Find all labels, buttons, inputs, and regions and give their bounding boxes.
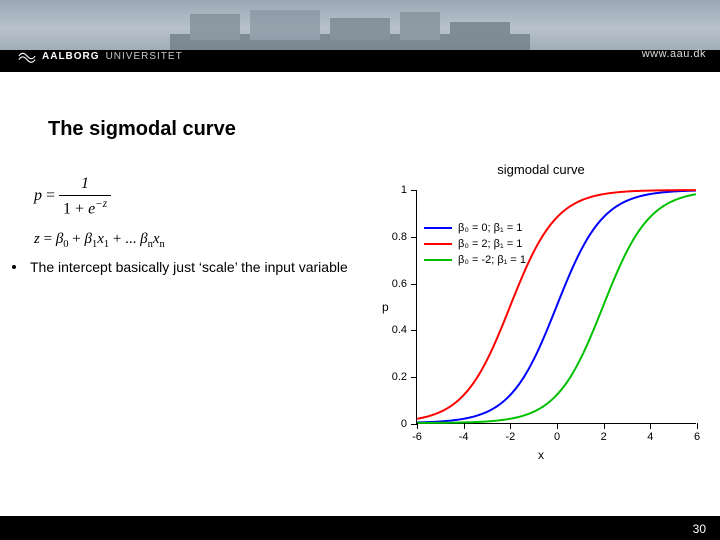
chart-legend-label: β₀ = 2; β₁ = 1 xyxy=(458,238,522,250)
chart-xtick-label: -6 xyxy=(412,431,422,443)
chart-xtick-label: 6 xyxy=(694,431,700,443)
footer: 30 xyxy=(0,516,720,540)
chart-xtick xyxy=(464,423,465,429)
chart-legend-row: β₀ = 2; β₁ = 1 xyxy=(424,236,526,252)
chart-xtick-label: 4 xyxy=(647,431,653,443)
formula-p: p = 1 1 + e−z xyxy=(34,172,165,221)
chart-ytick-label: 0 xyxy=(401,418,407,430)
chart-ytick-label: 0.6 xyxy=(392,278,407,290)
formula-z: z = β0 + β1x1 + ... βnxn xyxy=(34,229,165,252)
chart-xtick-label: -2 xyxy=(505,431,515,443)
slide-title: The sigmodal curve xyxy=(48,118,236,141)
chart-ytick xyxy=(411,284,417,285)
chart-xlabel: x xyxy=(372,448,710,462)
chart-xtick xyxy=(604,423,605,429)
chart-legend-swatch xyxy=(424,259,452,261)
fraction-denominator: 1 + e−z xyxy=(59,195,111,221)
chart-xtick-label: 0 xyxy=(554,431,560,443)
chart-ytick xyxy=(411,377,417,378)
chart-ytick-label: 0.8 xyxy=(392,231,407,243)
chart-ytick-label: 1 xyxy=(401,184,407,196)
chart-xtick xyxy=(557,423,558,429)
formula-p-lhs: p xyxy=(34,187,42,204)
logo-text-bold: AALBORG xyxy=(42,51,100,62)
chart-legend-swatch xyxy=(424,227,452,229)
chart-xtick xyxy=(697,423,698,429)
chart: sigmodal curve p x 0 0.2 0.4 0.6 0.8 1 -6 -4 -2 0… xyxy=(372,162,710,472)
chart-xtick xyxy=(510,423,511,429)
bullet-row: The intercept basically just ‘scale’ the… xyxy=(12,258,362,277)
bullet-text: The intercept basically just ‘scale’ the… xyxy=(30,258,348,277)
chart-legend: β₀ = 0; β₁ = 1 β₀ = 2; β₁ = 1 β₀ = -2; β₁ … xyxy=(424,220,526,268)
formula-block: p = 1 1 + e−z z = β0 + β1x1 + ... βnxn xyxy=(34,172,165,252)
site-url: www.aau.dk xyxy=(642,48,706,60)
header: AALBORG UNIVERSITET www.aau.dk xyxy=(0,0,720,72)
logo-wave-icon xyxy=(18,47,36,65)
bullet-dot-icon xyxy=(12,265,16,269)
chart-xtick-label: -4 xyxy=(459,431,469,443)
chart-legend-label: β₀ = -2; β₁ = 1 xyxy=(458,254,526,266)
chart-title: sigmodal curve xyxy=(372,162,710,177)
chart-legend-row: β₀ = -2; β₁ = 1 xyxy=(424,252,526,268)
chart-ytick xyxy=(411,237,417,238)
chart-xtick xyxy=(650,423,651,429)
chart-ytick-label: 0.2 xyxy=(392,371,407,383)
chart-ytick-label: 0.4 xyxy=(392,324,407,336)
chart-legend-label: β₀ = 0; β₁ = 1 xyxy=(458,222,522,234)
formula-eq: = xyxy=(42,187,59,204)
fraction: 1 1 + e−z xyxy=(59,172,111,221)
chart-ylabel: p xyxy=(382,300,389,314)
page-number: 30 xyxy=(693,522,706,536)
header-photo xyxy=(170,4,530,50)
chart-ytick xyxy=(411,190,417,191)
fraction-numerator: 1 xyxy=(59,172,111,195)
chart-legend-swatch xyxy=(424,243,452,245)
chart-xtick xyxy=(417,423,418,429)
logo-text-light: UNIVERSITET xyxy=(106,51,183,62)
chart-ytick xyxy=(411,330,417,331)
chart-legend-row: β₀ = 0; β₁ = 1 xyxy=(424,220,526,236)
university-logo: AALBORG UNIVERSITET xyxy=(18,44,183,68)
chart-xtick-label: 2 xyxy=(601,431,607,443)
